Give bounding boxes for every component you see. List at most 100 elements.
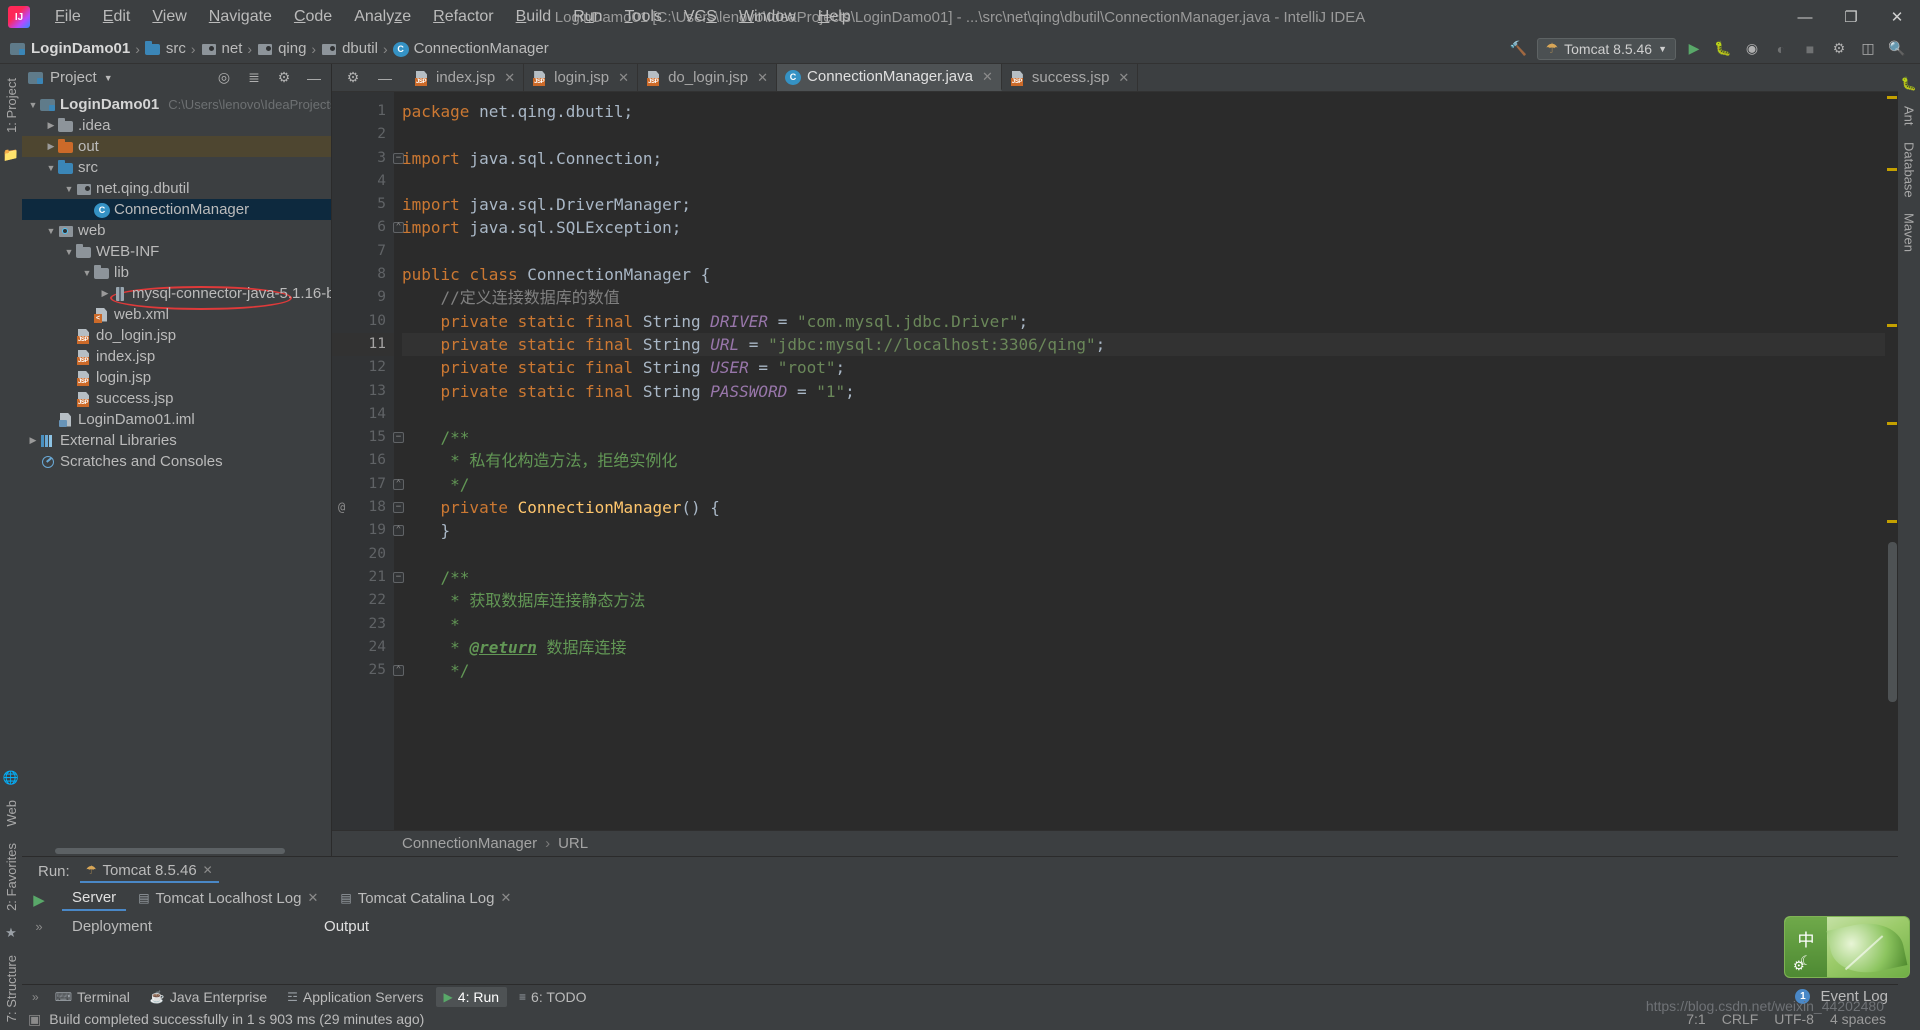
chevron-down-icon[interactable]: ▼ — [62, 247, 76, 257]
stop-button[interactable]: ■ — [1799, 38, 1821, 60]
gutter-line-6[interactable]: 6 ⌃ — [332, 216, 404, 239]
web-icon[interactable]: 🌐 — [3, 764, 19, 792]
code-line-19[interactable]: } — [402, 519, 1885, 542]
sidebar-tab-ant[interactable]: Ant — [1899, 98, 1920, 134]
close-icon[interactable]: ✕ — [757, 70, 768, 86]
code-line-20[interactable] — [402, 543, 1885, 566]
gutter-line-16[interactable]: 16 — [332, 449, 394, 472]
menu-run[interactable]: Run — [562, 4, 613, 30]
rerun-play-icon[interactable]: ▶ — [33, 891, 45, 909]
gutter-line-2[interactable]: 2 — [332, 123, 394, 146]
code-line-14[interactable] — [402, 403, 1885, 426]
gutter-line-3[interactable]: 3− — [332, 147, 404, 170]
gutter-line-9[interactable]: 9 — [332, 286, 394, 309]
gutter-line-4[interactable]: 4 — [332, 170, 394, 193]
sidebar-tab-structure[interactable]: 7: Structure — [1, 947, 22, 1030]
layout-icon[interactable]: ◫ — [1857, 38, 1879, 60]
close-icon[interactable]: ✕ — [504, 70, 515, 86]
search-everywhere-icon[interactable]: 🔍 — [1886, 38, 1908, 60]
sidebar-tab-favorites[interactable]: 2: Favorites — [1, 835, 22, 919]
close-icon[interactable]: ✕ — [618, 70, 629, 86]
code-line-10[interactable]: private static final String DRIVER = "co… — [402, 310, 1885, 333]
code-line-23[interactable]: * — [402, 613, 1885, 636]
menu-help[interactable]: Help — [807, 4, 862, 30]
code-editor[interactable]: 1 2 3−4 5 6 ⌃ 7 8 9 10 11 12 13 14 15−16 17 ⌃ @18−19 ⌃ 20 21… — [332, 92, 1898, 830]
more-actions-icon[interactable]: » — [35, 919, 42, 934]
sidebar-tab-maven[interactable]: Maven — [1899, 205, 1920, 260]
breadcrumb-item-net[interactable]: net — [201, 40, 242, 57]
line-separator[interactable]: CRLF — [1722, 1011, 1759, 1027]
gear-icon[interactable]: ⚙ — [342, 67, 364, 89]
bottom-tool-terminal[interactable]: ⌨ Terminal — [47, 987, 138, 1007]
code-line-2[interactable] — [402, 123, 1885, 146]
tree-node-connectionmanager[interactable]: ▶CConnectionManager — [22, 199, 331, 220]
tree-node-success-jsp[interactable]: ▶ success.jsp — [22, 388, 331, 409]
code-line-3[interactable]: import java.sql.Connection; — [402, 147, 1885, 170]
bottom-tool-application-servers[interactable]: ☲ Application Servers — [279, 987, 431, 1007]
subtab-deployment[interactable]: Deployment — [56, 914, 168, 939]
gutter-line-20[interactable]: 20 — [332, 543, 394, 566]
gutter-line-24[interactable]: 24 — [332, 636, 394, 659]
close-icon[interactable]: ✕ — [500, 890, 511, 906]
chevron-right-icon[interactable]: ▶ — [44, 120, 58, 131]
code-line-24[interactable]: * @return 数据库连接 — [402, 636, 1885, 659]
code-line-15[interactable]: /** — [402, 426, 1885, 449]
chevron-right-icon[interactable]: ▶ — [26, 435, 40, 446]
project-tree[interactable]: ▼ LoginDamo01 C:\Users\lenovo\IdeaProjects… — [22, 91, 331, 846]
run-with-coverage-button[interactable]: ◉ — [1741, 38, 1763, 60]
breadcrumb-item-logindamo01[interactable]: LoginDamo01 — [10, 40, 130, 57]
code-line-12[interactable]: private static final String USER = "root… — [402, 356, 1885, 379]
event-log-label[interactable]: Event Log — [1820, 988, 1888, 1005]
gutter-line-12[interactable]: 12 — [332, 356, 394, 379]
editor-tab-do_login-jsp[interactable]: do_login.jsp ✕ — [638, 64, 778, 91]
gutter-line-1[interactable]: 1 — [332, 100, 394, 123]
close-icon[interactable]: ✕ — [982, 69, 993, 85]
minimize-button[interactable]: — — [1782, 2, 1828, 32]
caret-position[interactable]: 7:1 — [1686, 1011, 1705, 1027]
subtab-output[interactable]: Output — [308, 914, 385, 939]
chevron-down-icon[interactable]: ▼ — [80, 268, 94, 278]
debug-button[interactable]: 🐛 — [1712, 38, 1734, 60]
tree-node-web-inf[interactable]: ▼ WEB-INF — [22, 241, 331, 262]
menu-navigate[interactable]: Navigate — [198, 4, 283, 30]
tree-node-web[interactable]: ▼ web — [22, 220, 331, 241]
menu-build[interactable]: Build — [505, 4, 563, 30]
breadcrumb-item-connectionmanager[interactable]: C ConnectionManager — [392, 40, 549, 57]
tree-node-scratches-and-consoles[interactable]: ▶ Scratches and Consoles — [22, 451, 331, 472]
override-marker-icon[interactable]: @ — [338, 496, 345, 519]
sidebar-tab-web[interactable]: Web — [1, 792, 22, 835]
tree-node-login-jsp[interactable]: ▶ login.jsp — [22, 367, 331, 388]
ime-mode-panel[interactable]: 中 ☾ — [1785, 917, 1827, 977]
tree-node-mysql-connector-java-5-1-16-bin-[interactable]: ▶ mysql-connector-java-5.1.16-bin. — [22, 283, 331, 304]
close-icon[interactable]: ✕ — [203, 863, 213, 877]
tree-node--idea[interactable]: ▶ .idea — [22, 115, 331, 136]
gutter-line-25[interactable]: 25 ⌃ — [332, 659, 404, 682]
sidebar-tab-database[interactable]: Database — [1899, 134, 1920, 206]
chevron-down-icon[interactable]: ▼ — [26, 100, 40, 110]
profile-button[interactable]: ◐ — [1770, 38, 1792, 60]
tree-node-web-xml[interactable]: ▶ web.xml — [22, 304, 331, 325]
gutter-line-15[interactable]: 15− — [332, 426, 404, 449]
gutter-line-19[interactable]: 19 ⌃ — [332, 519, 404, 542]
editor-gutter[interactable]: 1 2 3−4 5 6 ⌃ 7 8 9 10 11 12 13 14 15−16 17 ⌃ @18−19 ⌃ 20 21… — [332, 92, 404, 830]
menu-tools[interactable]: Tools — [614, 4, 673, 30]
breadcrumb-item-qing[interactable]: qing — [257, 40, 306, 57]
code-line-8[interactable]: public class ConnectionManager { — [402, 263, 1885, 286]
code-line-4[interactable] — [402, 170, 1885, 193]
bottom-tool-6-todo[interactable]: ≡ 6: TODO — [511, 987, 595, 1007]
hide-panel-icon[interactable]: — — [303, 67, 325, 89]
gutter-line-14[interactable]: 14 — [332, 403, 394, 426]
chevron-down-icon[interactable]: ▼ — [44, 226, 58, 236]
run-button[interactable]: ▶ — [1683, 38, 1705, 60]
file-encoding[interactable]: UTF-8 — [1774, 1011, 1814, 1027]
editor-tab-index-jsp[interactable]: index.jsp ✕ — [406, 64, 525, 91]
editor-tab-login-jsp[interactable]: login.jsp ✕ — [524, 64, 639, 91]
tree-node-do_login-jsp[interactable]: ▶ do_login.jsp — [22, 325, 331, 346]
tree-node-net-qing-dbutil[interactable]: ▼ net.qing.dbutil — [22, 178, 331, 199]
gutter-line-8[interactable]: 8 — [332, 263, 394, 286]
gutter-line-17[interactable]: 17 ⌃ — [332, 473, 404, 496]
sidebar-tab-project[interactable]: 1: Project — [1, 70, 22, 141]
breadcrumb-class[interactable]: ConnectionManager — [402, 835, 537, 852]
chevron-down-icon[interactable]: ▼ — [104, 73, 113, 83]
star-icon[interactable]: ★ — [5, 919, 17, 947]
